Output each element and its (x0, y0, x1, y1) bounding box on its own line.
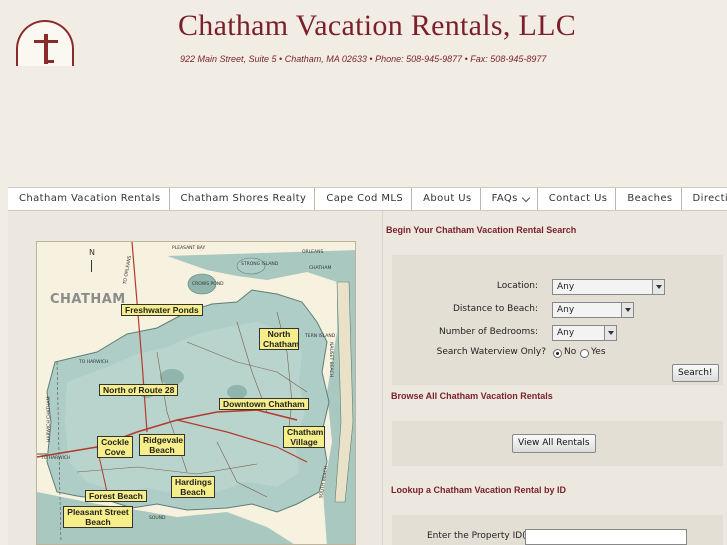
waterview-yes-radio[interactable] (580, 349, 589, 358)
bedrooms-label: Number of Bedrooms: (439, 327, 538, 337)
chevron-down-icon (604, 326, 616, 340)
map-tag-to-harwich: TO HARWICH (41, 456, 71, 461)
bedrooms-select[interactable]: Any (552, 325, 617, 341)
lookup-box: Enter the Property ID(s): (392, 515, 723, 545)
nav-item-faqs[interactable]: FAQs (481, 188, 538, 210)
bedrooms-select-value: Any (557, 328, 575, 338)
main-nav: Chatham Vacation Rentals Chatham Shores … (8, 187, 727, 211)
waterview-label: Search Waterview Only? (436, 347, 546, 357)
chevron-down-icon (652, 280, 664, 294)
banner-area (0, 70, 727, 187)
distance-select[interactable]: Any (552, 302, 634, 318)
map-tag-harwich-chatham: HARWICH CHATHAM (47, 396, 52, 443)
map-label-ridgevale-beach[interactable]: Ridgevale Beach (139, 434, 185, 456)
site-address: 922 Main Street, Suite 5 • Chatham, MA 0… (180, 54, 547, 64)
property-id-label: Enter the Property ID(s): (427, 531, 537, 541)
search-panel: Begin Your Chatham Vacation Rental Searc… (384, 211, 727, 545)
lighthouse-logo-icon[interactable] (16, 20, 74, 66)
view-all-rentals-button[interactable]: View All Rentals (512, 434, 596, 453)
nav-label: About Us (423, 193, 472, 204)
search-button[interactable]: Search! (672, 364, 719, 382)
browse-heading: Browse All Chatham Vacation Rentals (391, 391, 553, 401)
browse-box: View All Rentals (392, 421, 723, 466)
nav-item-about-us[interactable]: About Us (412, 188, 481, 210)
nav-label: Chatham Shores Realty (180, 193, 307, 204)
map-tag-tern-island: TERN ISLAND (305, 334, 336, 339)
map-label-hardings-beach[interactable]: Hardings Beach (171, 476, 215, 498)
location-select-value: Any (557, 282, 575, 292)
map-label-chatham-village[interactable]: Chatham Village (283, 426, 325, 448)
distance-label: Distance to Beach: (452, 304, 538, 314)
map-tag-nauset-beach: NAUSET BEACH (328, 342, 333, 378)
nav-label: Directions (692, 193, 727, 204)
nav-label: Beaches (627, 193, 673, 204)
map-label-cockle-cove[interactable]: Cockle Cove (97, 436, 133, 458)
property-id-input[interactable] (525, 529, 687, 545)
map-tag-strong-island: STRONG ISLAND (241, 262, 279, 267)
lookup-heading: Lookup a Chatham Vacation Rental by ID (391, 485, 567, 495)
map-label-north-chatham[interactable]: North Chatham (259, 328, 299, 350)
map-tag-pleasant-bay: PLEASANT BAY (172, 246, 206, 251)
map-town-name: CHATHAM (50, 292, 126, 307)
nav-label: Cape Cod MLS (326, 193, 404, 204)
waterview-yes-label: Yes (591, 347, 606, 357)
distance-select-value: Any (557, 305, 575, 315)
map-tag-orleans: ORLEANS (302, 250, 324, 255)
map-tag-to-harwich: TO HARWICH (79, 360, 109, 365)
map-label-downtown-chatham[interactable]: Downtown Chatham (219, 398, 309, 410)
map-panel: N CHATHAM PLEASANT BAY ORLEANS CHATHAM S… (8, 211, 383, 545)
location-label: Location: (496, 281, 538, 291)
nav-label: Contact Us (548, 193, 608, 204)
site-title: Chatham Vacation Rentals, LLC (178, 9, 577, 42)
lighthouse-figure-icon (34, 34, 58, 64)
nav-item-chatham-shores-realty[interactable]: Chatham Shores Realty (170, 188, 316, 210)
chevron-down-icon (621, 303, 633, 317)
nav-label: Chatham Vacation Rentals (19, 193, 161, 204)
location-select[interactable]: Any (552, 279, 665, 295)
map-label-forest-beach[interactable]: Forest Beach (85, 490, 147, 502)
nav-item-beaches[interactable]: Beaches (616, 188, 682, 210)
pond (227, 385, 247, 399)
compass-north-icon: N (89, 248, 95, 257)
map-tag-chatham: CHATHAM (309, 266, 332, 271)
nav-item-chatham-vacation-rentals[interactable]: Chatham Vacation Rentals (8, 188, 170, 210)
search-heading: Begin Your Chatham Vacation Rental Searc… (386, 225, 577, 235)
compass-arrow-icon (91, 260, 92, 272)
nav-label: FAQs (491, 193, 518, 204)
pond (160, 369, 184, 385)
main-content: N CHATHAM PLEASANT BAY ORLEANS CHATHAM S… (8, 211, 727, 545)
map-label-pleasant-street-beach[interactable]: Pleasant Street Beach (63, 506, 133, 528)
chatham-area-map[interactable]: N CHATHAM PLEASANT BAY ORLEANS CHATHAM S… (36, 241, 356, 545)
map-tag-sound: SOUND (149, 516, 166, 521)
search-form: Location: Any Distance to Beach: Any Num… (392, 255, 723, 385)
nav-item-contact-us[interactable]: Contact Us (538, 188, 617, 210)
nav-item-directions[interactable]: Directions (682, 188, 727, 210)
chevron-down-icon (521, 193, 531, 202)
site-header: Chatham Vacation Rentals, LLC 922 Main S… (0, 0, 727, 70)
map-label-freshwater-ponds[interactable]: Freshwater Ponds (121, 304, 203, 316)
nav-item-cape-cod-mls[interactable]: Cape Cod MLS (315, 188, 413, 210)
waterview-no-radio[interactable] (553, 349, 562, 358)
waterview-no-label: No (564, 347, 577, 357)
map-label-north-of-route-28[interactable]: North of Route 28 (99, 384, 179, 396)
map-tag-crows-pond: CROWS POND (192, 282, 224, 287)
